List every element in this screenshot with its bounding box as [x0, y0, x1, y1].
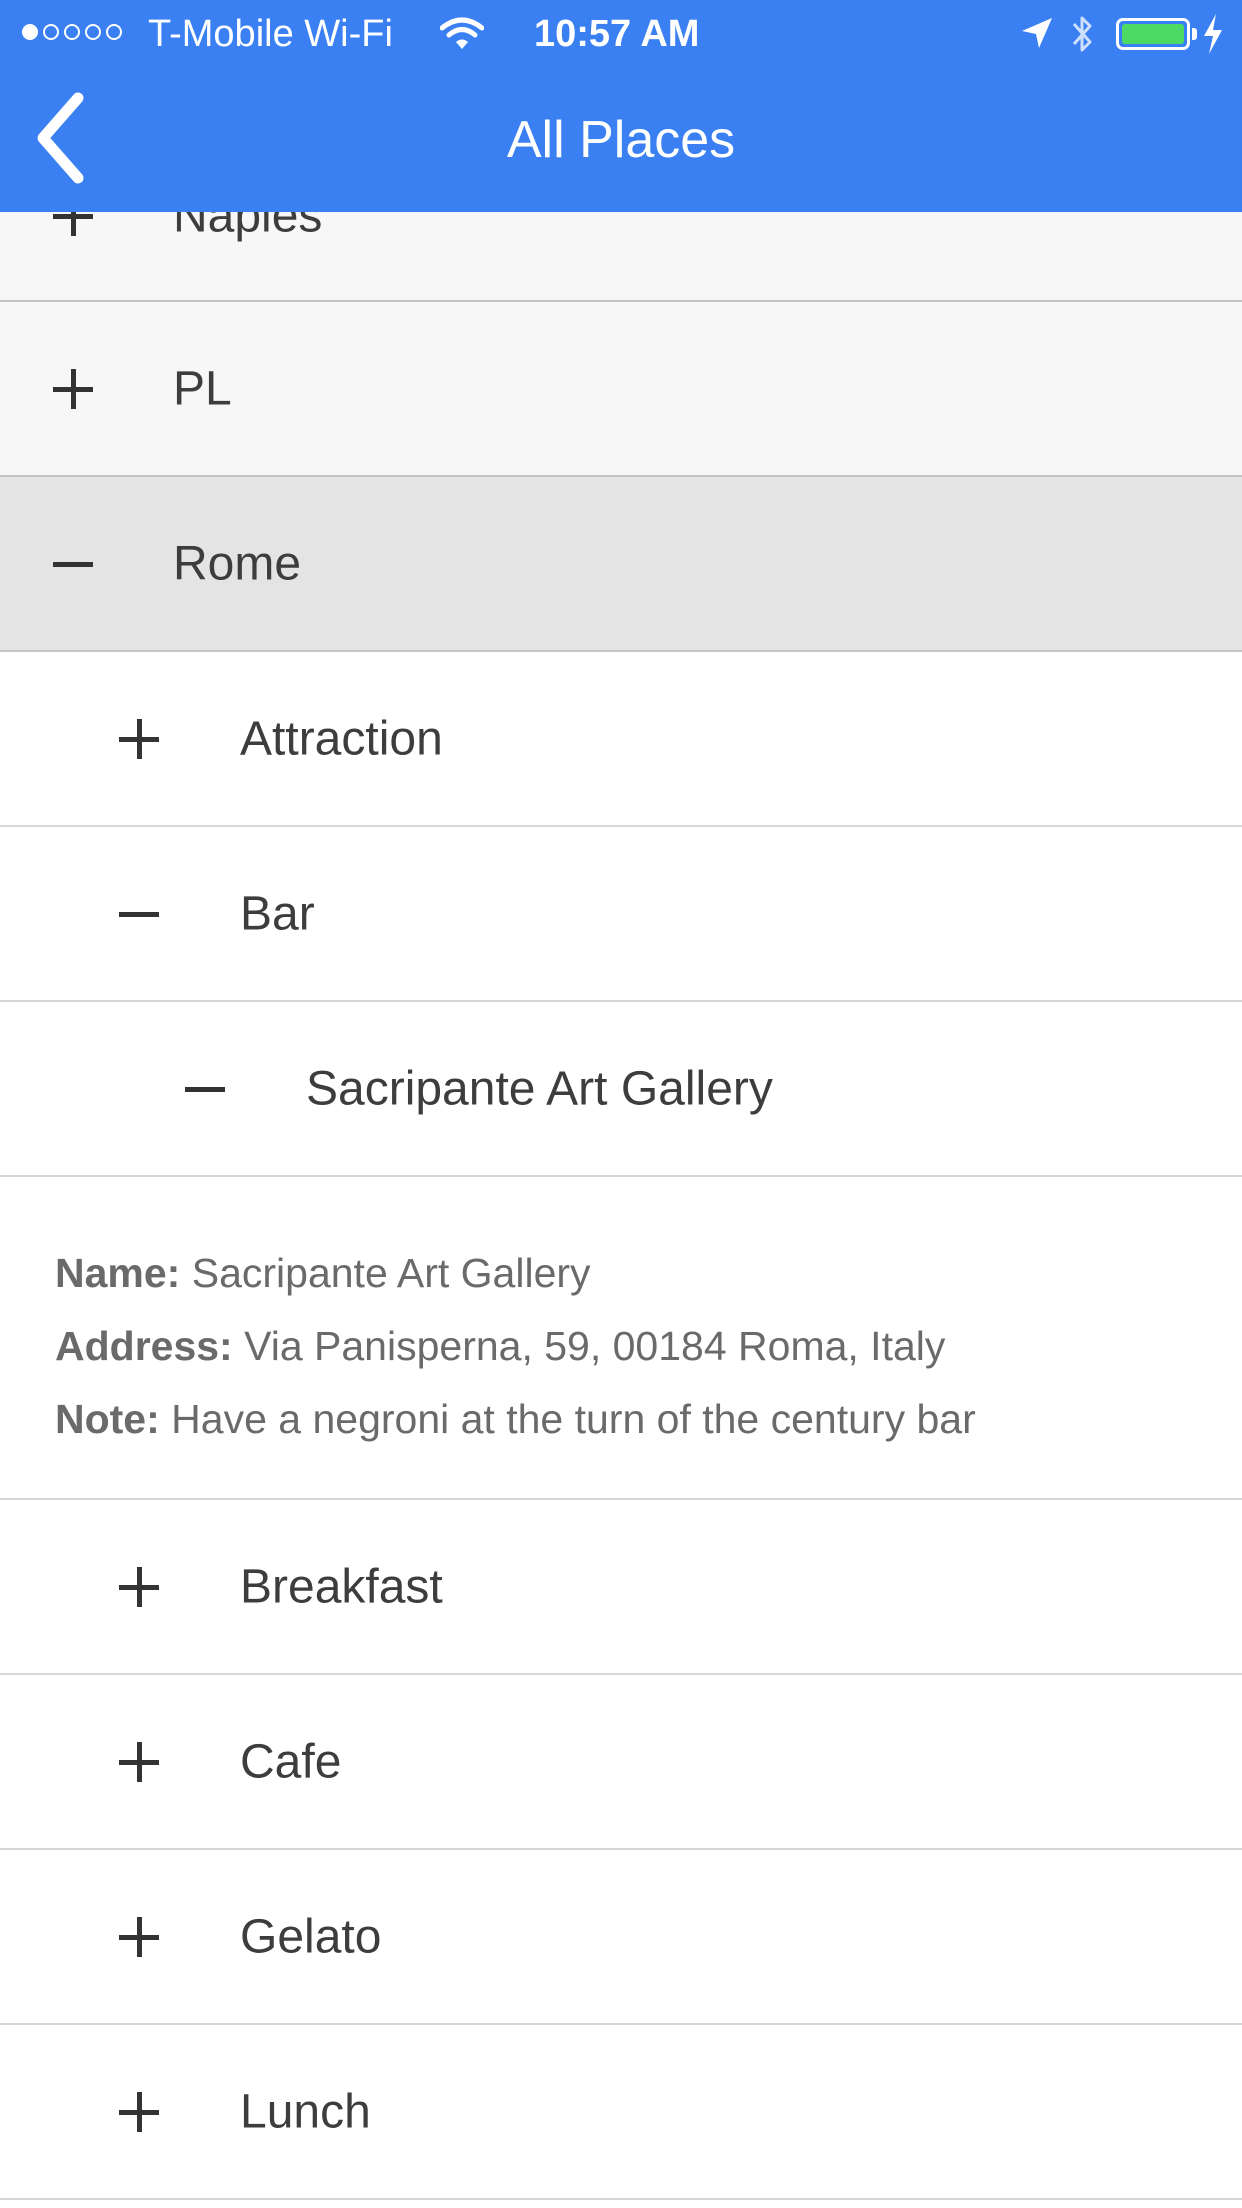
battery-icon: [1116, 18, 1190, 50]
category-label: Bar: [240, 887, 315, 940]
category-label: Cafe: [240, 1735, 342, 1788]
plus-icon: [119, 718, 159, 759]
category-label: Attraction: [240, 712, 443, 765]
plus-icon: [119, 2091, 159, 2132]
city-label: Rome: [173, 537, 302, 590]
detail-name: Name: Sacripante Art Gallery: [55, 1237, 1242, 1310]
detail-address-key: Address:: [55, 1323, 233, 1369]
city-label: PL: [173, 362, 232, 415]
detail-address-value: Via Panisperna, 59, 00184 Roma, Italy: [244, 1323, 946, 1369]
category-label: Lunch: [240, 2085, 371, 2138]
battery-cap: [1192, 28, 1197, 40]
category-label: Gelato: [240, 1910, 382, 1963]
bluetooth-icon: [1072, 16, 1092, 52]
carrier-name: T-Mobile Wi-Fi: [148, 13, 393, 55]
places-tree: Naples PL Rome Attraction Bar Sacripante…: [0, 178, 1242, 2200]
status-bar: T-Mobile Wi-Fi 10:57 AM: [0, 0, 1242, 66]
place-label: Sacripante Art Gallery: [306, 1062, 773, 1115]
detail-note-key: Note:: [55, 1396, 160, 1442]
plus-icon: [53, 368, 93, 409]
location-arrow-icon: [1022, 18, 1052, 48]
minus-icon: [119, 894, 159, 934]
page-title: All Places: [506, 111, 736, 169]
wifi-icon: [440, 17, 484, 49]
category-row-cafe[interactable]: Cafe: [0, 1675, 1242, 1850]
category-row-gelato[interactable]: Gelato: [0, 1850, 1242, 2025]
place-row-sacripante-art-gallery[interactable]: Sacripante Art Gallery: [0, 1002, 1242, 1177]
detail-note: Note: Have a negroni at the turn of the …: [55, 1383, 1242, 1456]
navigation-bar: T-Mobile Wi-Fi 10:57 AM All Places: [0, 0, 1242, 212]
category-row-bar[interactable]: Bar: [0, 827, 1242, 1002]
category-label: Breakfast: [240, 1560, 443, 1613]
plus-icon: [119, 1916, 159, 1957]
charging-bolt-icon: [1204, 14, 1222, 54]
detail-note-value: Have a negroni at the turn of the centur…: [171, 1396, 976, 1442]
signal-dots-icon: [22, 24, 122, 40]
detail-address: Address: Via Panisperna, 59, 00184 Roma,…: [55, 1310, 1242, 1383]
city-row-pl[interactable]: PL: [0, 302, 1242, 477]
plus-icon: [119, 1741, 159, 1782]
status-time: 10:57 AM: [534, 13, 700, 55]
minus-icon: [53, 544, 93, 584]
minus-icon: [185, 1069, 225, 1109]
detail-name-value: Sacripante Art Gallery: [191, 1250, 591, 1296]
battery-fill: [1122, 24, 1184, 44]
category-row-attraction[interactable]: Attraction: [0, 652, 1242, 827]
plus-icon: [119, 1566, 159, 1607]
detail-name-key: Name:: [55, 1250, 181, 1296]
place-details-panel: Name: Sacripante Art Gallery Address: Vi…: [0, 1177, 1242, 1500]
category-row-lunch[interactable]: Lunch: [0, 2025, 1242, 2200]
category-row-breakfast[interactable]: Breakfast: [0, 1500, 1242, 1675]
city-row-rome[interactable]: Rome: [0, 477, 1242, 652]
